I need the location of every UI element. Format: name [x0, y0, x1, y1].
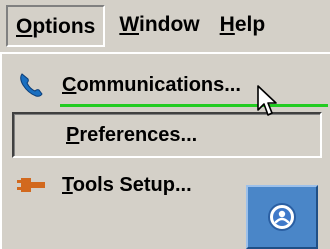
menu-item-tools-setup-label: ools Setup...	[72, 173, 192, 196]
menu-help-label: elp	[234, 13, 266, 36]
taskbar-user-button[interactable]	[246, 185, 318, 249]
menu-window[interactable]: Window	[113, 5, 205, 47]
menu-options-label: ptions	[32, 15, 96, 38]
menu-window-mnemonic: W	[119, 13, 139, 36]
menu-bar: Options Window Help	[0, 0, 330, 52]
user-circle-icon	[268, 203, 296, 231]
phone-handset-icon	[10, 70, 54, 100]
plug-connector-icon	[10, 170, 54, 200]
menu-separator	[60, 104, 328, 107]
mouse-pointer-icon	[257, 85, 277, 116]
menu-item-preferences-mnemonic: P	[66, 123, 80, 146]
menu-item-communications-label: ommunications...	[76, 73, 241, 96]
menu-help-mnemonic: H	[219, 13, 235, 36]
menu-options-mnemonic: O	[16, 15, 33, 38]
menu-item-communications-mnemonic: C	[62, 73, 77, 96]
menu-options[interactable]: Options	[6, 5, 106, 47]
menu-window-label: indow	[138, 13, 200, 36]
menu-item-preferences-label: references...	[79, 123, 198, 146]
menu-item-tools-setup-mnemonic: T	[62, 173, 73, 196]
menu-help[interactable]: Help	[214, 5, 272, 47]
